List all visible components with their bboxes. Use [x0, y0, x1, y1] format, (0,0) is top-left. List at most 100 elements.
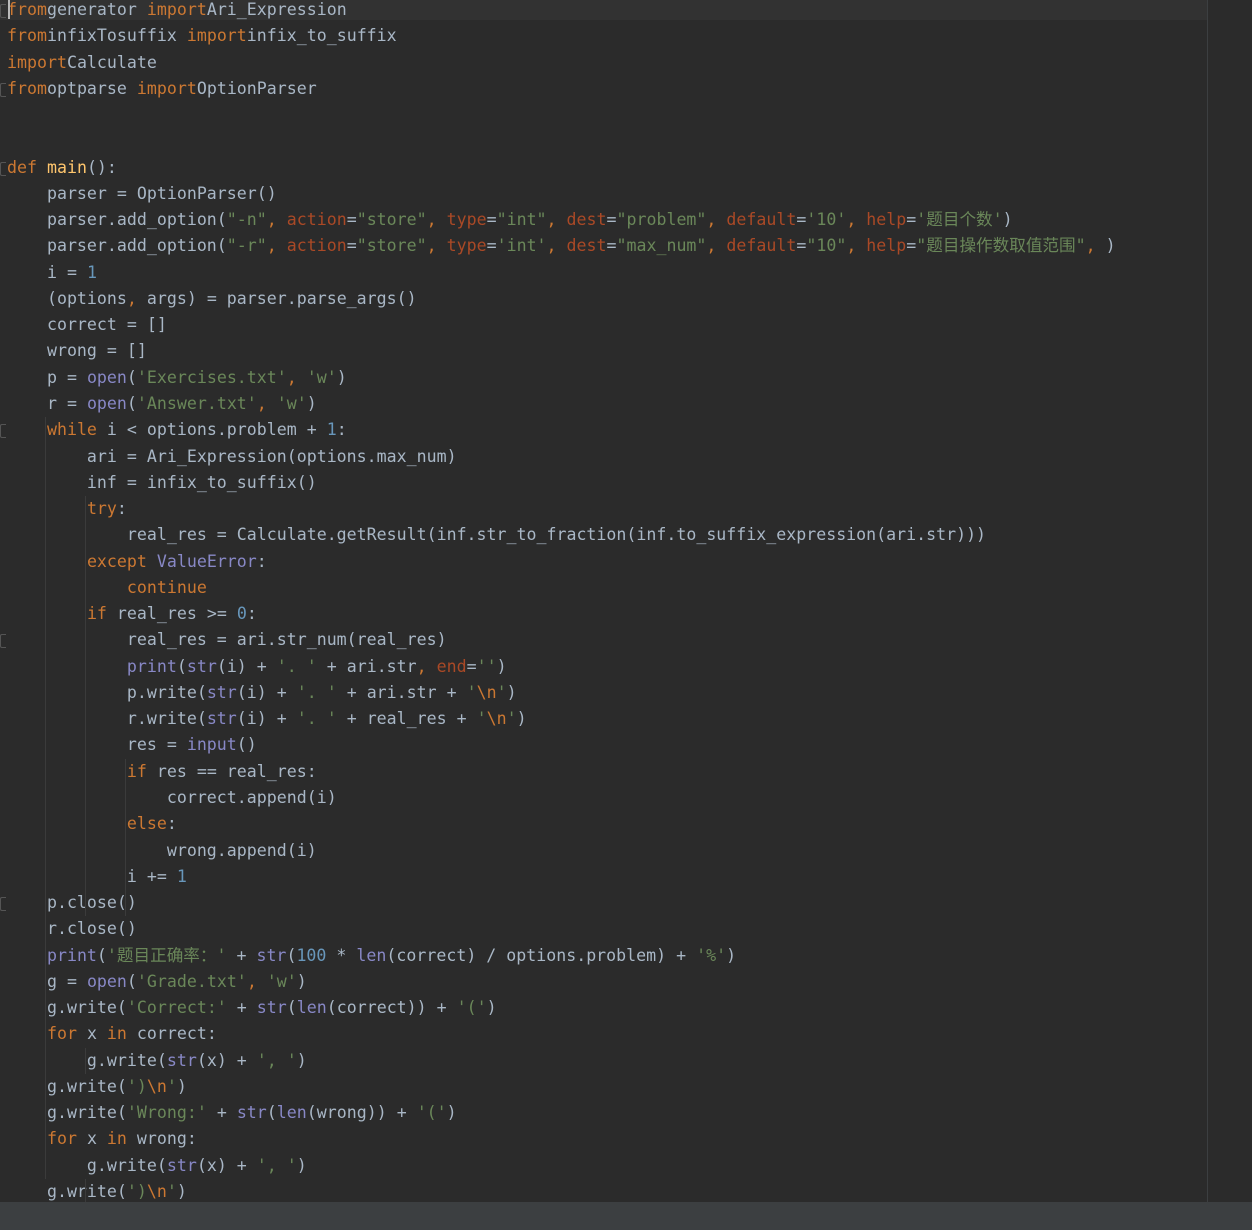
indent-guide [125, 758, 126, 917]
code-token: + [206, 1103, 237, 1123]
code-line[interactable]: if real_res >= 0: [7, 601, 1116, 627]
code-line[interactable]: real_res = ari.str_num(real_res) [7, 627, 1116, 653]
fold-marker-icon[interactable] [0, 82, 6, 97]
code-line[interactable]: fromoptparse importOptionParser [7, 76, 1116, 102]
code-token: = [346, 210, 357, 230]
code-line[interactable]: print(str(i) + '. ' + ari.str, end='') [7, 654, 1116, 680]
code-line[interactable]: i += 1 [7, 864, 1116, 890]
code-line[interactable]: print('题目正确率：' + str(100 * len(correct) … [7, 943, 1116, 969]
code-line[interactable] [7, 128, 1116, 154]
code-token: help [866, 210, 907, 230]
code-token: in [106, 1129, 137, 1149]
code-token: (options [7, 288, 127, 308]
code-line[interactable]: (options, args) = parser.parse_args() [7, 286, 1116, 312]
code-line[interactable]: except ValueError: [7, 549, 1116, 575]
code-line[interactable]: g.write('Wrong:' + str(len(wrong)) + '('… [7, 1100, 1116, 1126]
code-token: 'w' [276, 393, 307, 413]
code-token: 1 [86, 262, 97, 282]
code-token: for [46, 1129, 87, 1149]
code-line[interactable]: g.write('Correct:' + str(len(correct)) +… [7, 995, 1116, 1021]
code-editor[interactable]: fromgenerator importAri_Expression fromin… [0, 0, 1252, 1202]
code-token: "store" [356, 236, 427, 256]
code-line[interactable]: else: [7, 811, 1116, 837]
fold-marker-icon[interactable] [0, 424, 6, 439]
code-token: ) [296, 971, 307, 991]
code-token: = [466, 656, 477, 676]
code-token: 'Exercises.txt' [136, 367, 287, 387]
code-line[interactable]: res = input() [7, 732, 1116, 758]
code-line[interactable]: try: [7, 496, 1116, 522]
code-line[interactable]: def main(): [7, 155, 1116, 181]
code-token: open [86, 367, 127, 387]
code-line[interactable]: correct.append(i) [7, 785, 1116, 811]
code-token: parser.add_option( [7, 210, 227, 230]
code-line[interactable]: wrong = [] [7, 338, 1116, 364]
code-token: , [266, 210, 287, 230]
code-line[interactable]: g.write(str(x) + ', ') [7, 1048, 1116, 1074]
code-line[interactable]: wrong.append(i) [7, 838, 1116, 864]
code-line[interactable]: p = open('Exercises.txt', 'w') [7, 365, 1116, 391]
code-token: 'int' [496, 236, 547, 256]
code-token: 0 [236, 604, 247, 624]
code-token: g.write( [7, 1181, 127, 1201]
code-token: , [426, 236, 447, 256]
code-token: ) [726, 945, 737, 965]
code-token: , [846, 210, 867, 230]
code-token: (): [86, 157, 117, 177]
code-token: wrong = [] [7, 341, 147, 361]
code-line[interactable]: parser.add_option("-n", action="store", … [7, 207, 1116, 233]
code-line[interactable]: inf = infix_to_suffix() [7, 470, 1116, 496]
code-line[interactable]: importCalculate [7, 50, 1116, 76]
code-token: (correct)) + [326, 998, 457, 1018]
code-line[interactable]: g.write(')\n') [7, 1179, 1116, 1202]
code-line[interactable]: parser.add_option("-r", action="store", … [7, 233, 1116, 259]
code-line[interactable]: frominfixTosuffix importinfix_to_suffix [7, 23, 1116, 49]
fold-marker-icon[interactable] [0, 4, 6, 18]
fold-marker-icon[interactable] [0, 897, 6, 912]
code-line[interactable]: r.write(str(i) + '. ' + real_res + '\n') [7, 706, 1116, 732]
code-token: inf = infix_to_suffix() [7, 472, 317, 492]
text-caret [8, 0, 10, 19]
code-token: r.close() [7, 919, 137, 939]
code-token: r = [7, 393, 87, 413]
code-line[interactable] [7, 102, 1116, 128]
code-token: , [546, 210, 567, 230]
code-token: = [486, 210, 497, 230]
code-token: "10" [806, 236, 847, 256]
code-token: import [186, 26, 247, 46]
code-line[interactable]: while i < options.problem + 1: [7, 417, 1116, 443]
indent-guide [45, 417, 46, 1180]
code-token: 1 [176, 866, 187, 886]
code-line[interactable]: for x in wrong: [7, 1126, 1116, 1152]
code-line[interactable]: for x in correct: [7, 1021, 1116, 1047]
code-line[interactable]: if res == real_res: [7, 759, 1116, 785]
code-area[interactable]: fromgenerator importAri_Expression fromin… [7, 0, 1116, 1202]
code-line[interactable]: p.close() [7, 890, 1116, 916]
code-line[interactable]: correct = [] [7, 312, 1116, 338]
code-line[interactable]: g.write(str(x) + ', ') [7, 1153, 1116, 1179]
code-token: parser.add_option( [7, 236, 227, 256]
code-token: '(' [456, 998, 487, 1018]
code-line[interactable]: continue [7, 575, 1116, 601]
code-line[interactable]: p.write(str(i) + '. ' + ari.str + '\n') [7, 680, 1116, 706]
code-line[interactable]: real_res = Calculate.getResult(inf.str_t… [7, 522, 1116, 548]
code-token: infixTosuffix [46, 26, 187, 46]
code-token: = [606, 210, 617, 230]
code-line[interactable]: r = open('Answer.txt', 'w') [7, 391, 1116, 417]
code-line[interactable]: r.close() [7, 916, 1116, 942]
fold-marker-icon[interactable] [0, 634, 6, 649]
code-token: input [186, 735, 237, 755]
code-line[interactable]: parser = OptionParser() [7, 181, 1116, 207]
code-line[interactable]: g.write(')\n') [7, 1074, 1116, 1100]
fold-marker-icon[interactable] [0, 161, 6, 176]
code-line[interactable]: ari = Ari_Expression(options.max_num) [7, 444, 1116, 470]
code-token: , [416, 656, 437, 676]
code-line[interactable]: i = 1 [7, 260, 1116, 286]
code-token: str [256, 998, 287, 1018]
code-line[interactable]: fromgenerator importAri_Expression [7, 0, 1116, 23]
code-line[interactable]: g = open('Grade.txt', 'w') [7, 969, 1116, 995]
code-token: action [286, 210, 347, 230]
